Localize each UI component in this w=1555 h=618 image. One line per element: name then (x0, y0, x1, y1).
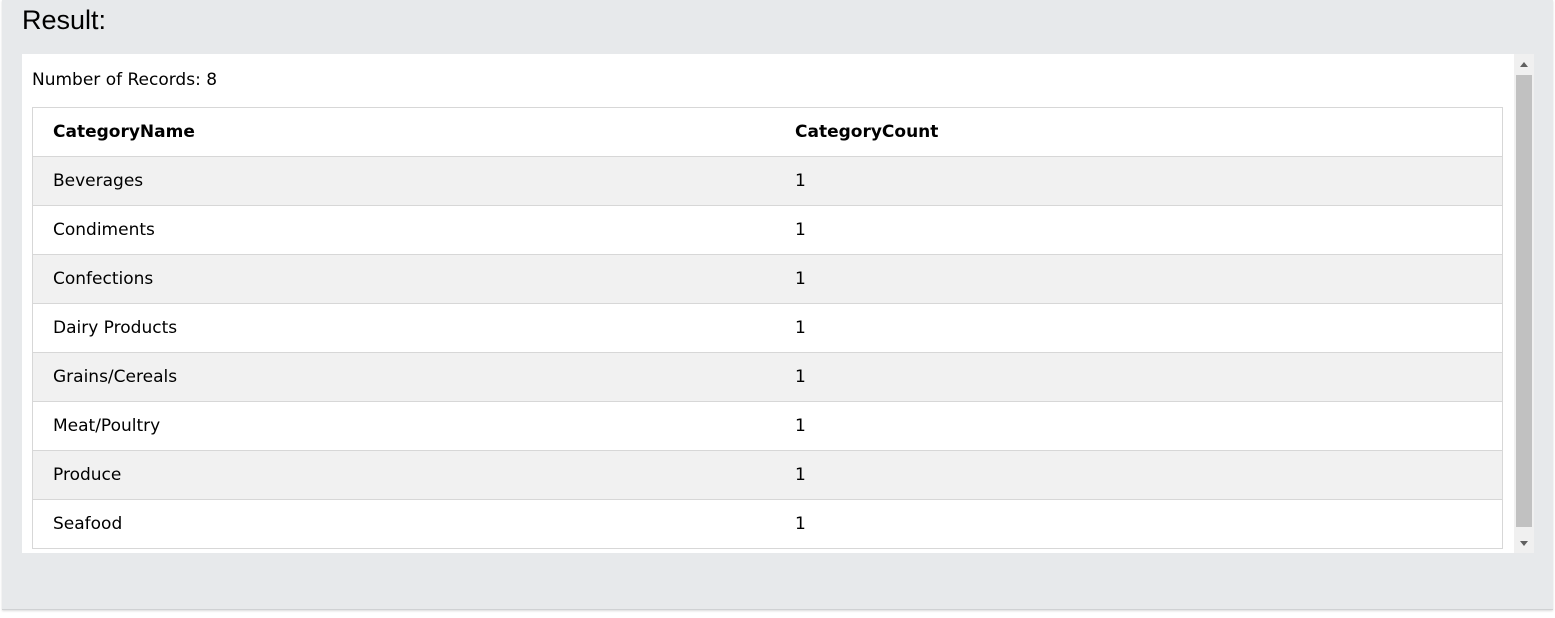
table-header-row: CategoryName CategoryCount (32, 107, 1503, 157)
vertical-scrollbar[interactable] (1514, 54, 1534, 553)
record-count-label: Number of Records: (32, 70, 201, 90)
record-count: Number of Records: 8 (32, 70, 217, 90)
cell-category-count: 1 (775, 205, 1503, 255)
cell-category-count: 1 (775, 303, 1503, 353)
cell-category-name: Grains/Cereals (32, 352, 775, 402)
table-row: Seafood 1 (32, 499, 1503, 549)
cell-category-count: 1 (775, 352, 1503, 402)
scroll-thumb[interactable] (1516, 75, 1532, 527)
cell-category-count: 1 (775, 401, 1503, 451)
scroll-up-arrow-icon[interactable] (1514, 54, 1534, 74)
cell-category-count: 1 (775, 499, 1503, 549)
cell-category-name: Seafood (32, 499, 775, 549)
cell-category-name: Beverages (32, 156, 775, 206)
table-row: Grains/Cereals 1 (32, 352, 1503, 402)
cell-category-count: 1 (775, 156, 1503, 206)
cell-category-count: 1 (775, 254, 1503, 304)
cell-category-name: Produce (32, 450, 775, 500)
table-row: Condiments 1 (32, 205, 1503, 255)
table-row: Meat/Poultry 1 (32, 401, 1503, 451)
result-table: CategoryName CategoryCount Beverages 1 C… (32, 107, 1503, 549)
cell-category-name: Confections (32, 254, 775, 304)
scroll-down-arrow-icon[interactable] (1514, 533, 1534, 553)
cell-category-name: Meat/Poultry (32, 401, 775, 451)
table-row: Confections 1 (32, 254, 1503, 304)
result-panel: Result: Number of Records: 8 CategoryNam… (2, 0, 1553, 610)
table-row: Dairy Products 1 (32, 303, 1503, 353)
table-row: Beverages 1 (32, 156, 1503, 206)
column-header-category-name: CategoryName (32, 107, 775, 157)
result-heading: Result: (22, 5, 107, 35)
column-header-category-count: CategoryCount (775, 107, 1503, 157)
cell-category-name: Condiments (32, 205, 775, 255)
cell-category-count: 1 (775, 450, 1503, 500)
table-row: Produce 1 (32, 450, 1503, 500)
cell-category-name: Dairy Products (32, 303, 775, 353)
result-box[interactable]: Number of Records: 8 CategoryName Catego… (22, 54, 1534, 553)
result-content: Number of Records: 8 CategoryName Catego… (22, 54, 1514, 553)
record-count-value: 8 (206, 70, 218, 90)
